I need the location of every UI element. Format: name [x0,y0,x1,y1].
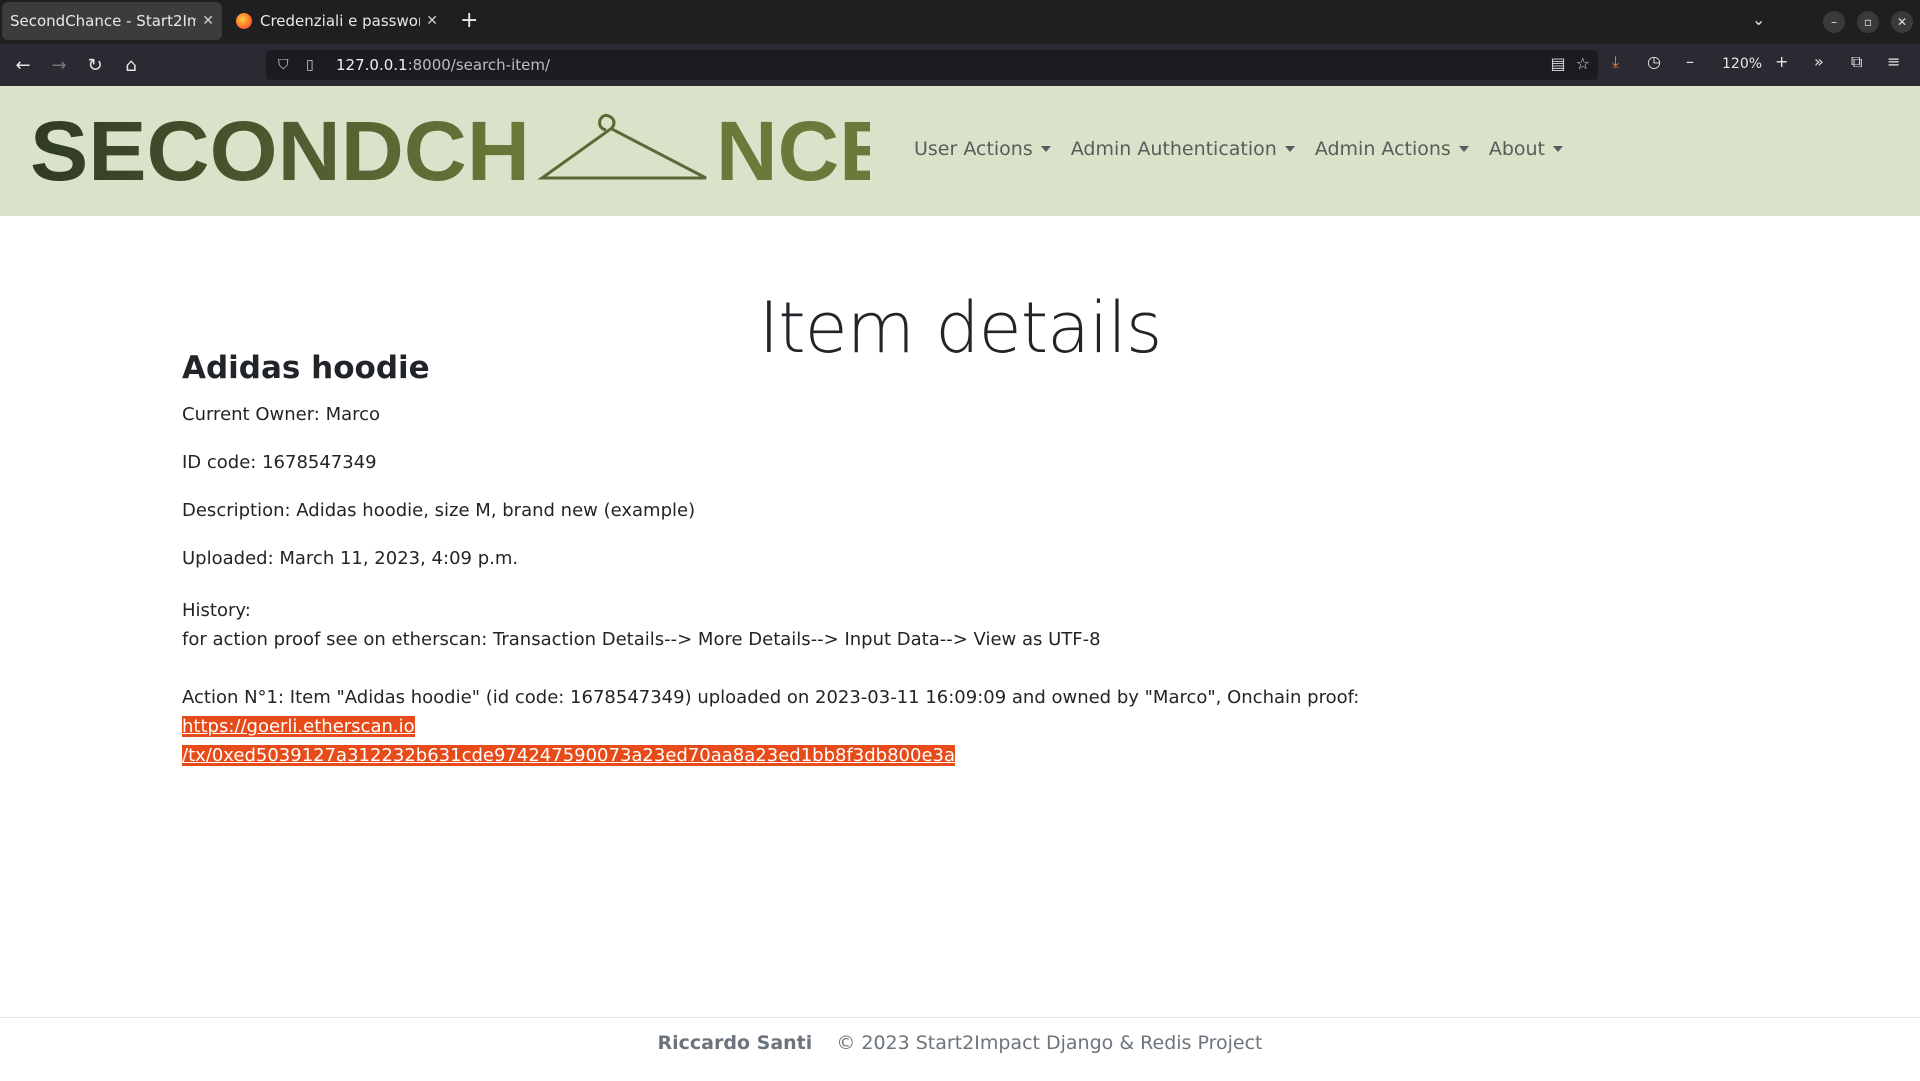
zoom-in-icon[interactable]: + [1775,52,1788,71]
reader-mode-icon[interactable]: ▤ [1551,54,1566,73]
address-bar[interactable]: ⛉ ▯ 127.0.0.1 :8000/search-item/ ▤ ☆ [266,50,1598,80]
caret-down-icon [1458,146,1469,152]
list-tabs-icon[interactable]: ⌄ [1752,10,1765,29]
logo-text-left: SECONDCH [30,108,530,198]
minimize-icon[interactable]: – [1823,11,1845,33]
menu-label: About [1488,138,1546,160]
menu-label: User Actions [914,138,1033,160]
site-header: SECONDCH NCE User Actions Admin Authenti… [0,86,1920,216]
logo-text-right: NCE [716,108,870,198]
main-menu: User Actions Admin Authentication Admin … [914,138,1583,160]
history-icon[interactable]: ◷ [1647,52,1661,71]
close-tab-icon[interactable]: ✕ [426,13,438,29]
bookmark-star-icon[interactable]: ☆ [1576,54,1590,73]
downloads-icon[interactable]: ⤓ [1612,52,1619,72]
tab-title: SecondChance - Start2Impact [10,12,197,30]
zoom-level[interactable]: 120% [1722,56,1762,72]
menu-about[interactable]: About [1488,138,1564,160]
back-icon[interactable]: ← [10,52,36,78]
item-details: Adidas hoodie Current Owner: Marco ID co… [182,350,1542,788]
footer-copyright: © 2023 Start2Impact Django & Redis Proje… [836,1032,1263,1054]
home-icon[interactable]: ⌂ [118,52,144,78]
zoom-out-icon[interactable]: – [1686,52,1694,71]
overflow-menu-icon[interactable]: » [1814,52,1824,71]
menu-label: Admin Actions [1314,138,1451,160]
footer-author: Riccardo Santi [657,1032,813,1054]
url-path: :8000/search-item/ [407,56,551,74]
firefox-icon [236,13,252,29]
item-name: Adidas hoodie [182,350,430,386]
proof-link-line1: https://goerli.etherscan.io [182,716,415,737]
action-text: Action N°1: Item "Adidas hoodie" (id cod… [182,687,1360,708]
shield-icon[interactable]: ⛉ [278,57,294,73]
menu-label: Admin Authentication [1070,138,1277,160]
extensions-icon[interactable]: ⧉ [1851,52,1862,72]
tab-title: Credenziali e password [260,12,421,30]
forward-icon[interactable]: → [46,52,72,78]
history-section: History: for action proof see on ethersc… [182,596,1542,654]
page-icon[interactable]: ▯ [306,57,322,73]
browser-nav-bar: ← → ↻ ⌂ ⛉ ▯ 127.0.0.1 :8000/search-item/… [0,44,1920,86]
tab-secondchance[interactable]: SecondChance - Start2Impact ✕ [2,2,222,40]
history-action: Action N°1: Item "Adidas hoodie" (id cod… [182,683,1542,770]
reload-icon[interactable]: ↻ [82,52,108,78]
current-owner: Current Owner: Marco [182,404,381,425]
browser-tab-bar: SecondChance - Start2Impact ✕ Credenzial… [0,0,1920,44]
hanger-icon [537,113,707,180]
site-footer: Riccardo Santi © 2023 Start2Impact Djang… [0,1017,1920,1081]
uploaded-date: Uploaded: March 11, 2023, 4:09 p.m. [182,548,519,569]
caret-down-icon [1284,146,1295,152]
menu-admin-actions[interactable]: Admin Actions [1315,138,1469,160]
close-tab-icon[interactable]: ✕ [202,13,214,29]
proof-link-line2: /tx/0xed5039127a312232b631cde97424759007… [182,745,955,766]
history-note: for action proof see on etherscan: Trans… [182,629,1101,650]
hamburger-menu-icon[interactable]: ≡ [1887,52,1900,71]
caret-down-icon [1553,146,1564,152]
menu-admin-authentication[interactable]: Admin Authentication [1071,138,1295,160]
url-host: 127.0.0.1 [336,56,408,74]
restore-icon[interactable]: ▫ [1857,11,1879,33]
onchain-proof-link[interactable]: https://goerli.etherscan.io/tx/0xed50391… [182,716,955,766]
menu-user-actions[interactable]: User Actions [914,138,1051,160]
id-code: ID code: 1678547349 [182,452,377,473]
history-label: History: [182,600,251,621]
close-window-icon[interactable]: ✕ [1891,11,1913,33]
description: Description: Adidas hoodie, size M, bran… [182,500,696,521]
secondchance-logo[interactable]: SECONDCH NCE [30,108,870,198]
new-tab-icon[interactable]: + [460,8,478,33]
caret-down-icon [1040,146,1051,152]
tab-credenziali[interactable]: Credenziali e password ✕ [228,2,446,40]
